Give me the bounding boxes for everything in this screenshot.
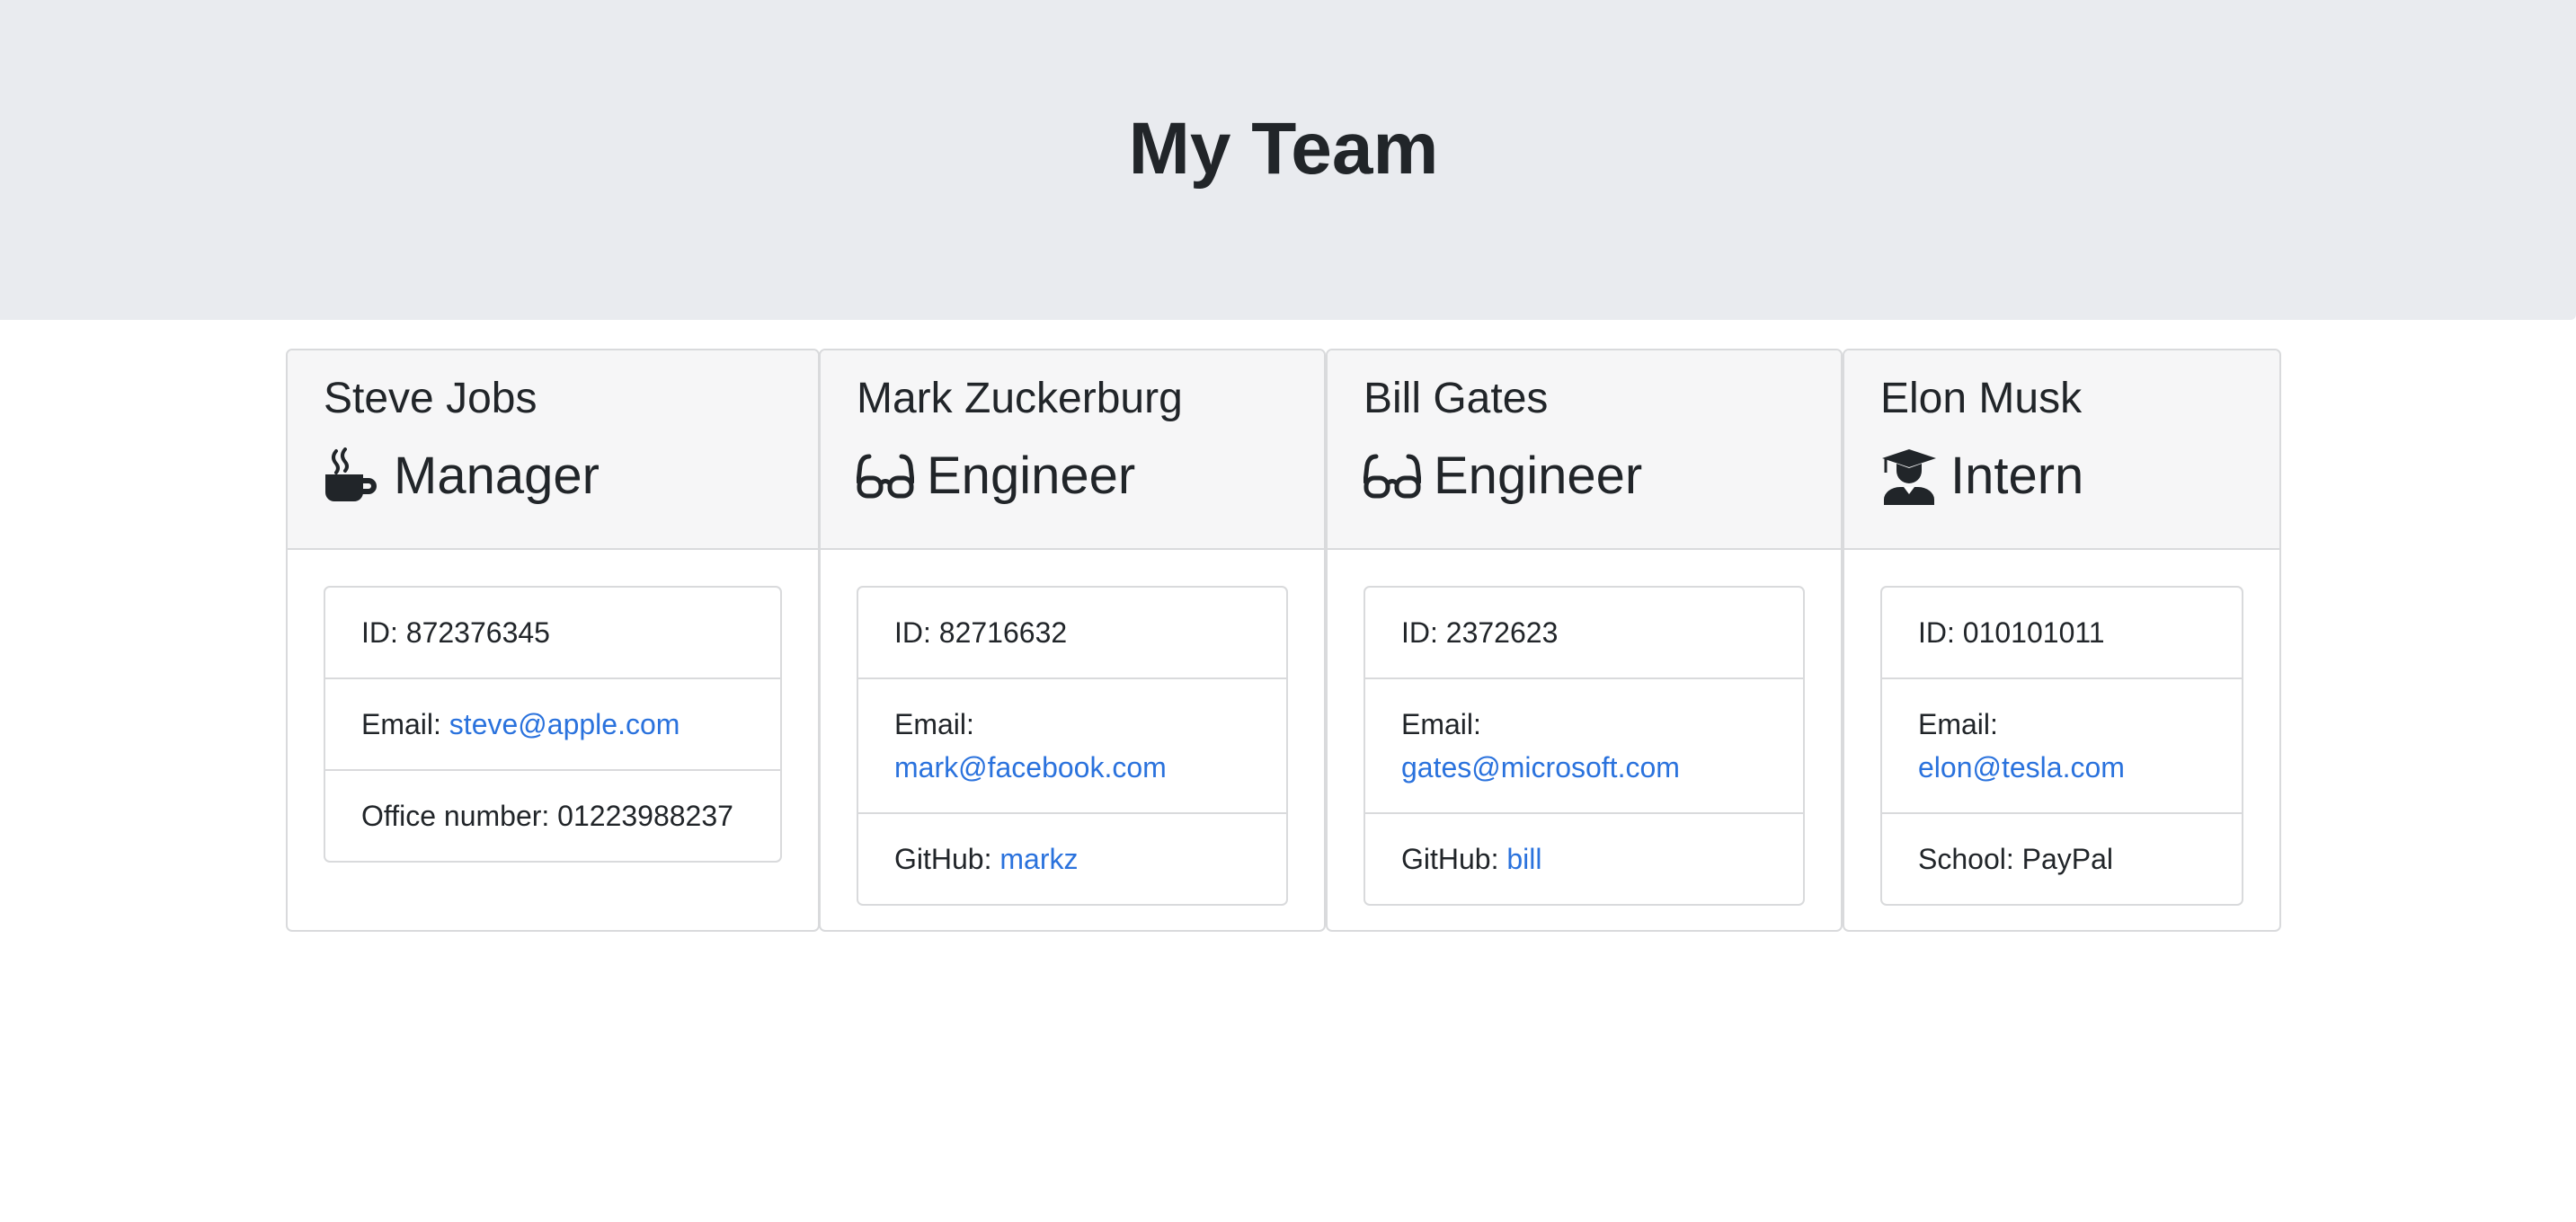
- employee-details-list: ID: 2372623 Email: gates@microsoft.com G…: [1364, 586, 1805, 906]
- email-label: Email:: [1918, 708, 1998, 740]
- employee-role: Intern: [1950, 447, 2084, 505]
- employee-card-engineer: Bill Gates Engineer ID: 2372623 Email: g…: [1326, 349, 1843, 932]
- github-item: GitHub: markz: [858, 814, 1286, 904]
- github-link[interactable]: markz: [999, 843, 1078, 875]
- employee-card-intern: Elon Musk Intern ID: 010101011 Email: el…: [1843, 349, 2281, 932]
- employee-id-item: ID: 872376345: [325, 588, 780, 679]
- id-value: 2372623: [1445, 616, 1559, 649]
- employee-id-item: ID: 010101011: [1882, 588, 2242, 679]
- employee-email-item: Email: mark@facebook.com: [858, 679, 1286, 814]
- id-label: ID:: [894, 616, 939, 649]
- employee-id-item: ID: 2372623: [1365, 588, 1803, 679]
- employee-details-list: ID: 82716632 Email: mark@facebook.com Gi…: [857, 586, 1288, 906]
- employee-details-list: ID: 010101011 Email: elon@tesla.com Scho…: [1880, 586, 2243, 906]
- id-label: ID:: [1918, 616, 1963, 649]
- employee-details-list: ID: 872376345 Email: steve@apple.com Off…: [324, 586, 782, 863]
- id-value: 010101011: [1962, 616, 2105, 649]
- employee-email-item: Email: steve@apple.com: [325, 679, 780, 771]
- employee-role-row: Intern: [1880, 444, 2083, 509]
- github-link[interactable]: bill: [1506, 843, 1541, 875]
- employee-id-item: ID: 82716632: [858, 588, 1286, 679]
- graduate-icon: [1880, 447, 1938, 505]
- id-label: ID:: [361, 616, 406, 649]
- school-label: School:: [1918, 843, 2022, 875]
- employee-email-item: Email: elon@tesla.com: [1882, 679, 2242, 814]
- github-item: GitHub: bill: [1365, 814, 1803, 904]
- github-label: GitHub:: [1401, 843, 1507, 875]
- page-header: My Team: [0, 0, 2576, 320]
- school-value: PayPal: [2021, 843, 2114, 875]
- glasses-icon: [857, 447, 914, 505]
- employee-name: Bill Gates: [1364, 375, 1549, 422]
- card-header: Steve Jobs Manager: [288, 350, 818, 550]
- id-label: ID:: [1401, 616, 1446, 649]
- employee-role-row: Engineer: [857, 444, 1135, 509]
- email-link[interactable]: mark@facebook.com: [894, 751, 1167, 784]
- employee-role: Engineer: [1434, 447, 1643, 505]
- card-header: Bill Gates Engineer: [1328, 350, 1841, 550]
- email-link[interactable]: elon@tesla.com: [1918, 751, 2125, 784]
- github-label: GitHub:: [894, 843, 1000, 875]
- card-header: Elon Musk Intern: [1844, 350, 2279, 550]
- id-value: 82716632: [938, 616, 1068, 649]
- email-link[interactable]: gates@microsoft.com: [1401, 751, 1680, 784]
- employee-role: Engineer: [927, 447, 1136, 505]
- office-number-label: Office number:: [361, 800, 558, 832]
- office-number-value: 01223988237: [557, 800, 733, 832]
- employee-name: Elon Musk: [1880, 375, 2083, 422]
- id-value: 872376345: [405, 616, 550, 649]
- office-number-item: Office number: 01223988237: [325, 771, 780, 861]
- employee-name: Mark Zuckerburg: [857, 375, 1183, 422]
- coffee-mug-icon: [324, 447, 381, 505]
- glasses-icon: [1364, 447, 1421, 505]
- email-link[interactable]: steve@apple.com: [449, 708, 680, 740]
- email-label: Email:: [1401, 708, 1481, 740]
- employee-card-engineer: Mark Zuckerburg Engineer ID: 82716632 Em…: [819, 349, 1326, 932]
- email-label: Email:: [894, 708, 974, 740]
- page-title: My Team: [1128, 108, 1439, 190]
- card-header: Mark Zuckerburg Engineer: [821, 350, 1324, 550]
- email-label: Email:: [361, 708, 449, 740]
- employee-role: Manager: [394, 447, 600, 505]
- employee-name: Steve Jobs: [324, 375, 537, 422]
- employee-email-item: Email: gates@microsoft.com: [1365, 679, 1803, 814]
- school-item: School: PayPal: [1882, 814, 2242, 904]
- employee-role-row: Engineer: [1364, 444, 1642, 509]
- employee-role-row: Manager: [324, 444, 600, 509]
- employee-card-manager: Steve Jobs Manager ID: 872376345 Email: …: [286, 349, 820, 932]
